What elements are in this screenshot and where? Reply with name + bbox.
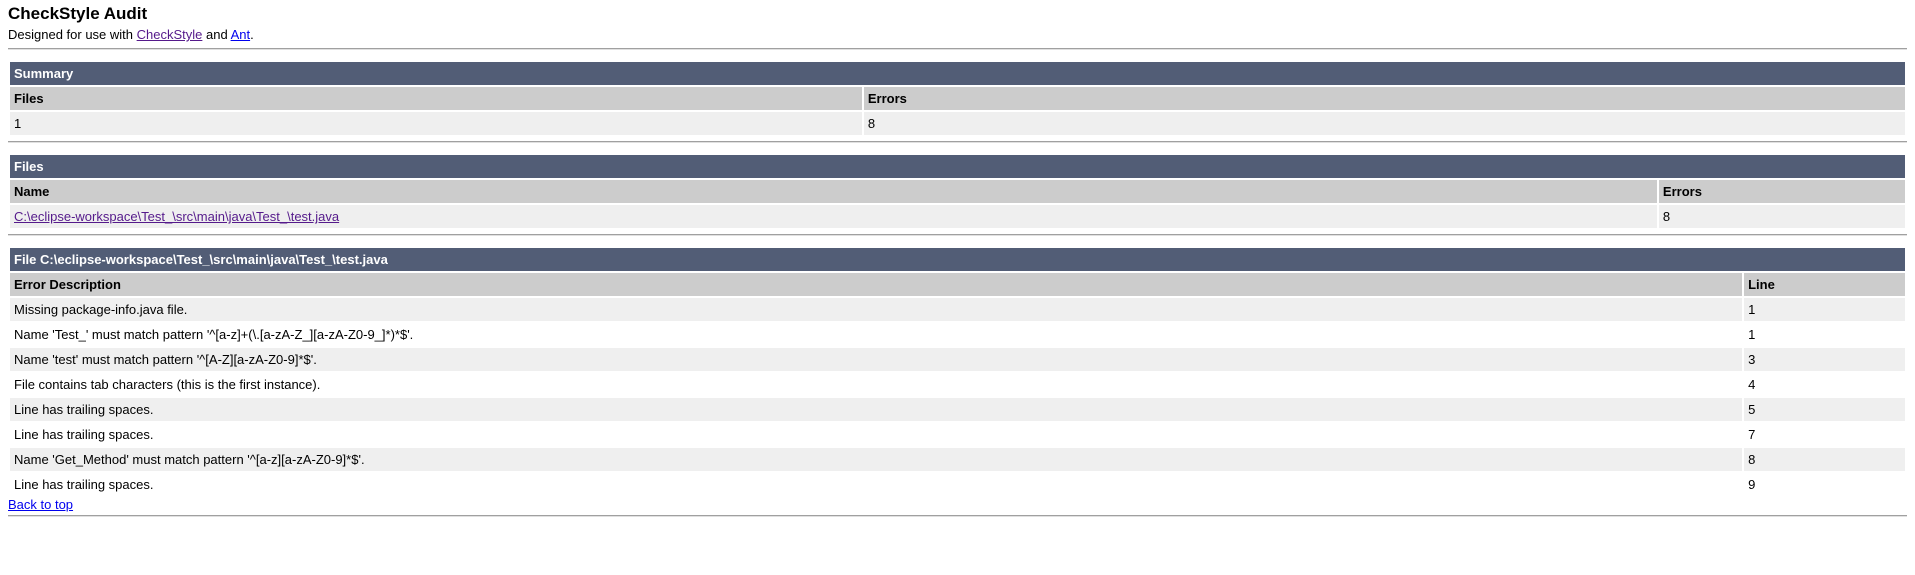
designed-prefix: Designed for use with xyxy=(8,27,137,42)
table-row: Missing package-info.java file. 1 xyxy=(10,298,1905,321)
divider xyxy=(8,141,1907,143)
error-description: File contains tab characters (this is th… xyxy=(10,373,1743,396)
error-line: 4 xyxy=(1744,373,1905,396)
error-line: 1 xyxy=(1744,298,1905,321)
files-title-row: Files xyxy=(10,155,1905,178)
files-col-errors: Errors xyxy=(1658,180,1905,203)
error-line: 9 xyxy=(1744,473,1905,496)
table-row: Name 'test' must match pattern '^[A-Z][a… xyxy=(10,348,1905,371)
table-row: Name 'Get_Method' must match pattern '^[… xyxy=(10,448,1905,471)
divider xyxy=(8,515,1907,517)
back-to-top-container: Back to top xyxy=(8,498,1907,512)
summary-col-files: Files xyxy=(10,87,862,110)
file-detail-table: File C:\eclipse-workspace\Test_\src\main… xyxy=(8,246,1907,498)
files-title: Files xyxy=(10,155,1905,178)
file-link[interactable]: C:\eclipse-workspace\Test_\src\main\java… xyxy=(14,209,339,224)
summary-title: Summary xyxy=(10,62,1905,85)
summary-header-row: Files Errors xyxy=(10,87,1905,110)
summary-table: Summary Files Errors 1 8 xyxy=(8,60,1907,137)
error-description: Name 'Test_' must match pattern '^[a-z]+… xyxy=(10,323,1743,346)
back-to-top-link[interactable]: Back to top xyxy=(8,497,73,512)
col-line: Line xyxy=(1744,273,1905,296)
error-description: Line has trailing spaces. xyxy=(10,398,1743,421)
error-line: 1 xyxy=(1744,323,1905,346)
summary-files-value: 1 xyxy=(10,112,862,135)
ant-link[interactable]: Ant xyxy=(231,27,251,42)
and-text: and xyxy=(202,27,231,42)
error-description: Line has trailing spaces. xyxy=(10,423,1743,446)
error-line: 8 xyxy=(1744,448,1905,471)
summary-errors-value: 8 xyxy=(863,112,1905,135)
error-line: 7 xyxy=(1744,423,1905,446)
period: . xyxy=(250,27,254,42)
table-row: Name 'Test_' must match pattern '^[a-z]+… xyxy=(10,323,1905,346)
file-detail-header-row: Error Description Line xyxy=(10,273,1905,296)
file-detail-title-row: File C:\eclipse-workspace\Test_\src\main… xyxy=(10,248,1905,271)
summary-col-errors: Errors xyxy=(863,87,1905,110)
error-description: Line has trailing spaces. xyxy=(10,473,1743,496)
divider xyxy=(8,48,1907,50)
files-table: Files Name Errors C:\eclipse-workspace\T… xyxy=(8,153,1907,230)
table-row: C:\eclipse-workspace\Test_\src\main\java… xyxy=(10,205,1905,228)
error-description: Missing package-info.java file. xyxy=(10,298,1743,321)
col-error-description: Error Description xyxy=(10,273,1743,296)
error-description: Name 'test' must match pattern '^[A-Z][a… xyxy=(10,348,1743,371)
table-row: File contains tab characters (this is th… xyxy=(10,373,1905,396)
checkstyle-link[interactable]: CheckStyle xyxy=(137,27,203,42)
files-col-name: Name xyxy=(10,180,1657,203)
error-line: 5 xyxy=(1744,398,1905,421)
table-row: Line has trailing spaces. 9 xyxy=(10,473,1905,496)
report-page: CheckStyle Audit Designed for use with C… xyxy=(0,0,1915,517)
files-header-row: Name Errors xyxy=(10,180,1905,203)
page-title: CheckStyle Audit xyxy=(8,4,148,23)
summary-row: 1 8 xyxy=(10,112,1905,135)
file-errors-cell: 8 xyxy=(1658,205,1905,228)
table-row: Line has trailing spaces. 5 xyxy=(10,398,1905,421)
file-name-cell: C:\eclipse-workspace\Test_\src\main\java… xyxy=(10,205,1657,228)
designed-for-line: Designed for use with CheckStyle and Ant… xyxy=(8,27,1907,43)
error-description: Name 'Get_Method' must match pattern '^[… xyxy=(10,448,1743,471)
summary-title-row: Summary xyxy=(10,62,1905,85)
table-row: Line has trailing spaces. 7 xyxy=(10,423,1905,446)
error-line: 3 xyxy=(1744,348,1905,371)
file-detail-title: File C:\eclipse-workspace\Test_\src\main… xyxy=(10,248,1905,271)
divider xyxy=(8,234,1907,236)
